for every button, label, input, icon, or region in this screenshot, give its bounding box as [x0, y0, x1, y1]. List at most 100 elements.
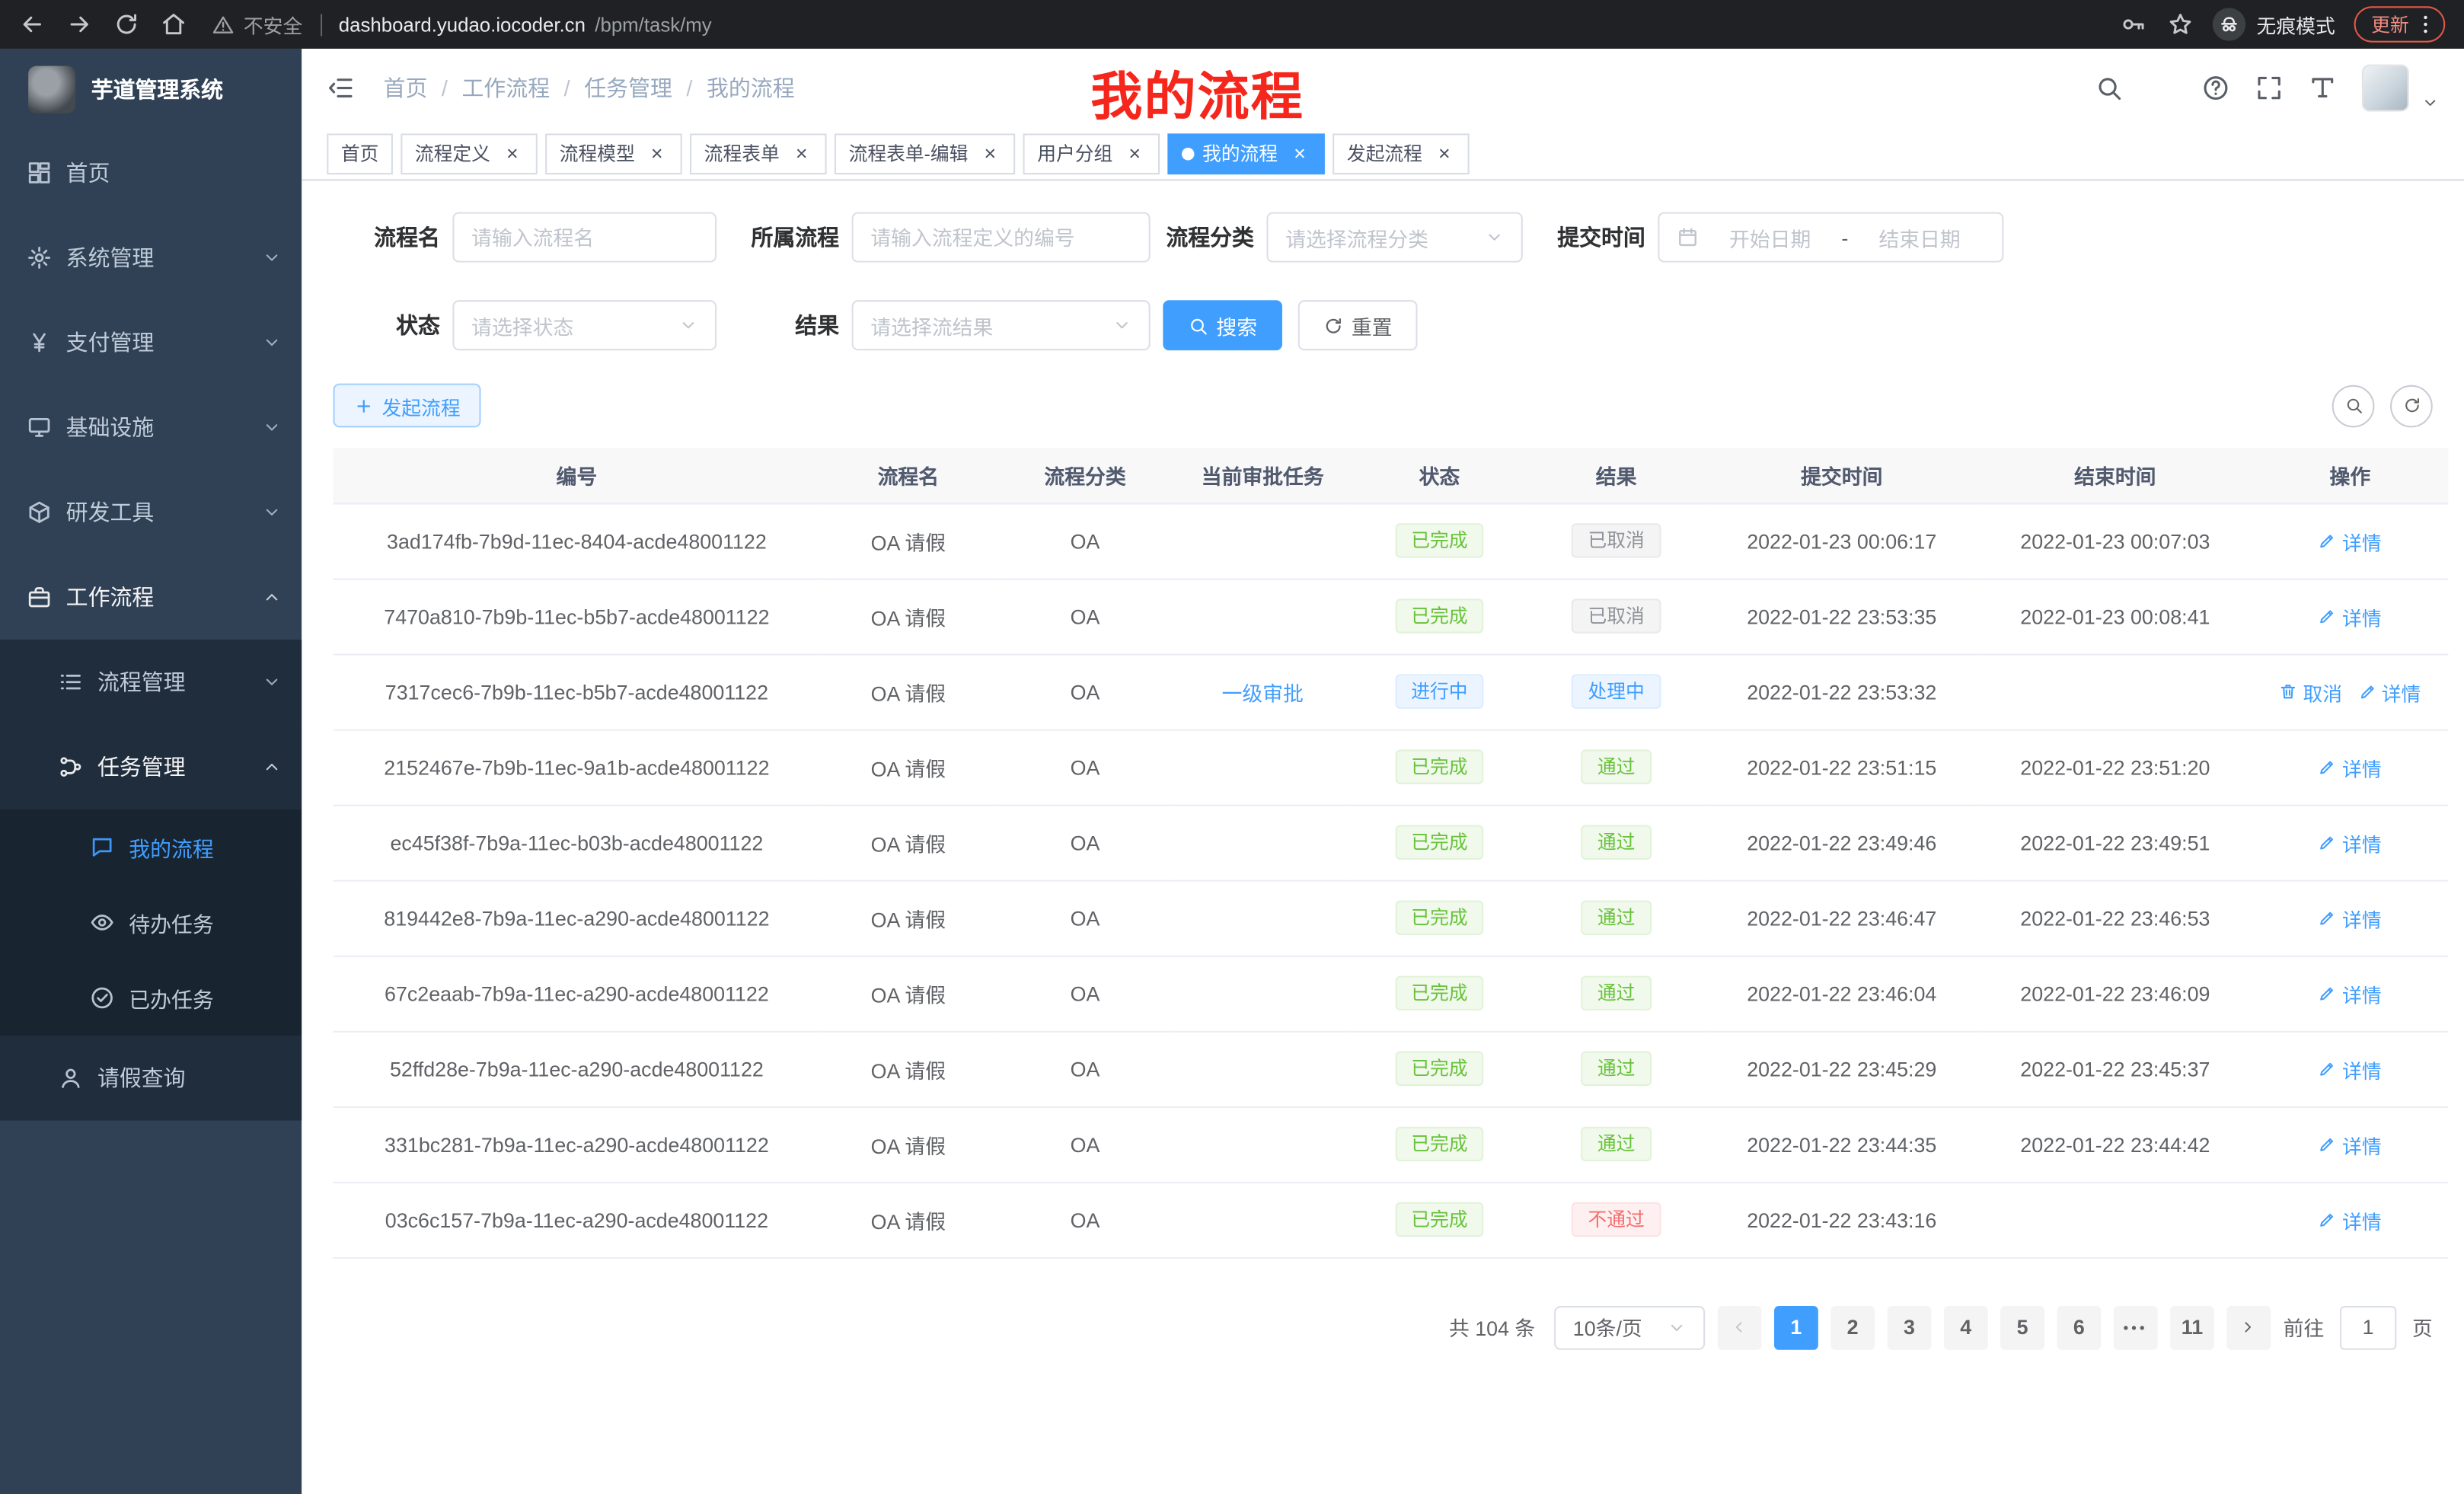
reset-button[interactable]: 重置 — [1298, 300, 1418, 350]
sidebar-item[interactable]: 系统管理 — [0, 215, 302, 300]
detail-link[interactable]: 详情 — [2319, 525, 2382, 555]
cell-current-task — [1174, 956, 1352, 1031]
cell-process-name: OA 请假 — [820, 1106, 996, 1182]
close-icon[interactable]: × — [1289, 142, 1311, 164]
category-select[interactable]: 请选择流程分类 — [1266, 212, 1522, 263]
toggle-search-button[interactable] — [2332, 385, 2375, 427]
breadcrumb-item[interactable]: 首页 — [384, 72, 462, 104]
search-button[interactable]: 搜索 — [1163, 300, 1282, 350]
close-icon[interactable]: × — [501, 142, 523, 164]
update-button[interactable]: 更新 — [2354, 6, 2446, 42]
filter-name-label: 流程名 — [334, 222, 440, 253]
calendar-icon — [1677, 226, 1699, 248]
page-button[interactable]: 1 — [1774, 1305, 1818, 1349]
cell-process-name: OA 请假 — [820, 805, 996, 880]
github-icon[interactable] — [2148, 74, 2176, 102]
cell-actions: 详情 — [2252, 1031, 2448, 1106]
action-label: 详情 — [2342, 1129, 2382, 1159]
detail-link[interactable]: 详情 — [2319, 903, 2382, 933]
refresh-icon[interactable] — [113, 11, 140, 37]
page-button[interactable]: 4 — [1944, 1305, 1988, 1349]
refresh-table-button[interactable] — [2390, 385, 2433, 427]
detail-link[interactable]: 详情 — [2358, 676, 2421, 706]
tab-chip[interactable]: 用户分组× — [1023, 132, 1160, 174]
tab-chip[interactable]: 流程表单-编辑× — [835, 132, 1015, 174]
tab-chip[interactable]: 首页 — [327, 132, 393, 174]
tab-chip[interactable]: 流程表单× — [690, 132, 827, 174]
sidebar-item[interactable]: 研发工具 — [0, 470, 302, 554]
page-button[interactable]: 2 — [1830, 1305, 1875, 1349]
cell-category: OA — [996, 1106, 1173, 1182]
sidebar-item[interactable]: 首页 — [0, 130, 302, 215]
arrow-left-icon[interactable] — [19, 11, 46, 37]
user-avatar[interactable] — [2362, 65, 2409, 112]
page-button[interactable]: 11 — [2170, 1305, 2214, 1349]
next-page-button[interactable] — [2226, 1305, 2271, 1349]
detail-link[interactable]: 详情 — [2319, 752, 2382, 782]
cell-category: OA — [996, 729, 1173, 805]
close-icon[interactable]: × — [790, 142, 812, 164]
process-id-input[interactable] — [852, 212, 1151, 263]
tab-chip[interactable]: 流程模型× — [545, 132, 682, 174]
tab-chip[interactable]: 流程定义× — [401, 132, 538, 174]
fullscreen-icon[interactable] — [2255, 74, 2284, 102]
sidebar-item[interactable]: 待办任务 — [0, 885, 302, 960]
user-menu-caret-icon[interactable] — [2421, 94, 2439, 111]
prev-page-button[interactable] — [1718, 1305, 1762, 1349]
page-button[interactable]: 5 — [2000, 1305, 2044, 1349]
arrow-right-icon[interactable] — [66, 11, 93, 37]
close-icon[interactable]: × — [1124, 142, 1146, 164]
page-size-select[interactable]: 10条/页 — [1554, 1305, 1705, 1349]
detail-link[interactable]: 详情 — [2319, 978, 2382, 1008]
sidebar-toggle-icon[interactable] — [327, 74, 355, 102]
close-icon[interactable]: × — [646, 142, 668, 164]
tab-chip[interactable]: 发起流程× — [1333, 132, 1470, 174]
home-icon[interactable] — [161, 11, 187, 37]
detail-link[interactable]: 详情 — [2319, 1054, 2382, 1084]
table-row: 03c6c157-7b9a-11ec-a290-acde48001122OA 请… — [334, 1182, 2449, 1257]
breadcrumb-item[interactable]: 任务管理 — [584, 72, 707, 104]
create-process-button[interactable]: 发起流程 — [334, 384, 481, 428]
sidebar-item[interactable]: 我的流程 — [0, 809, 302, 885]
key-icon[interactable] — [2120, 11, 2146, 37]
detail-link[interactable]: 详情 — [2319, 1205, 2382, 1234]
current-task-link[interactable]: 一级审批 — [1222, 682, 1304, 705]
tab-chip[interactable]: 我的流程 × — [1168, 132, 1325, 174]
kebab-menu-icon[interactable] — [2414, 13, 2437, 37]
sidebar-item[interactable]: 任务管理 — [0, 724, 302, 809]
page-button[interactable]: 3 — [1888, 1305, 1932, 1349]
column-header: 流程分类 — [996, 448, 1173, 503]
more-pages-button[interactable]: ••• — [2114, 1305, 2158, 1349]
process-name-input[interactable] — [452, 212, 717, 263]
sidebar-item[interactable]: 流程管理 — [0, 640, 302, 724]
detail-link[interactable]: 详情 — [2319, 828, 2382, 857]
goto-page-input[interactable] — [2340, 1305, 2396, 1349]
sidebar-item[interactable]: 请假查询 — [0, 1036, 302, 1120]
sidebar-item-label: 我的流程 — [129, 832, 213, 863]
tab-label: 我的流程 — [1202, 140, 1278, 167]
breadcrumb-item[interactable]: 工作流程 — [462, 72, 585, 104]
delete-icon — [2280, 682, 2299, 701]
submit-time-range-picker[interactable]: 开始日期 - 结束日期 — [1658, 212, 2003, 263]
star-icon[interactable] — [2167, 11, 2194, 37]
font-size-icon[interactable] — [2309, 74, 2337, 102]
search-icon[interactable] — [2095, 74, 2123, 102]
detail-link[interactable]: 详情 — [2319, 1129, 2382, 1159]
result-tag: 通过 — [1581, 976, 1651, 1010]
cancel-link[interactable]: 取消 — [2280, 676, 2343, 706]
sidebar-item[interactable]: 支付管理 — [0, 300, 302, 385]
close-icon[interactable]: × — [979, 142, 1001, 164]
help-icon[interactable] — [2201, 74, 2229, 102]
cell-status: 已完成 — [1352, 1031, 1527, 1106]
close-icon[interactable]: × — [1433, 142, 1455, 164]
status-select[interactable]: 请选择状态 — [452, 300, 717, 350]
detail-link[interactable]: 详情 — [2319, 601, 2382, 630]
result-tag: 通过 — [1581, 825, 1651, 859]
sidebar-item[interactable]: 工作流程 — [0, 555, 302, 640]
result-select[interactable]: 请选择流结果 — [852, 300, 1151, 350]
page-button[interactable]: 6 — [2057, 1305, 2101, 1349]
cell-result: 已取消 — [1527, 578, 1705, 653]
sidebar-item[interactable]: 基础设施 — [0, 385, 302, 470]
address-bar[interactable]: 不安全 dashboard.yudao.iocoder.cn/bpm/task/… — [212, 9, 2095, 39]
sidebar-item[interactable]: 已办任务 — [0, 960, 302, 1036]
